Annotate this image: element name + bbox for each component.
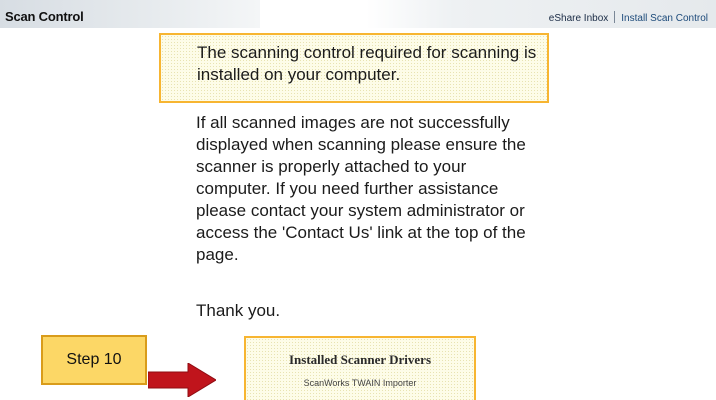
status-message-box: The scanning control required for scanni…	[159, 33, 549, 103]
drivers-panel-title: Installed Scanner Drivers	[288, 352, 432, 367]
header-nav: eShare Inbox Install Scan Control	[549, 11, 708, 24]
eshare-inbox-link[interactable]: eShare Inbox	[549, 13, 609, 24]
driver-list-item: ScanWorks TWAIN Importer	[303, 378, 417, 388]
nav-separator	[614, 11, 616, 23]
install-scan-control-link[interactable]: Install Scan Control	[621, 13, 708, 24]
status-message: The scanning control required for scanni…	[197, 43, 537, 84]
thank-you-text: Thank you.	[196, 301, 281, 320]
help-paragraph: If all scanned images are not successful…	[196, 113, 526, 264]
step-callout-label: Step 10	[41, 335, 147, 385]
header-bar: Scan Control eShare Inbox Install Scan Co…	[0, 0, 716, 32]
page-title: Scan Control	[5, 9, 84, 24]
arrow-shape	[148, 363, 216, 397]
installed-drivers-panel: Installed Scanner Drivers ScanWorks TWAI…	[244, 336, 476, 400]
right-arrow-icon	[148, 363, 216, 397]
